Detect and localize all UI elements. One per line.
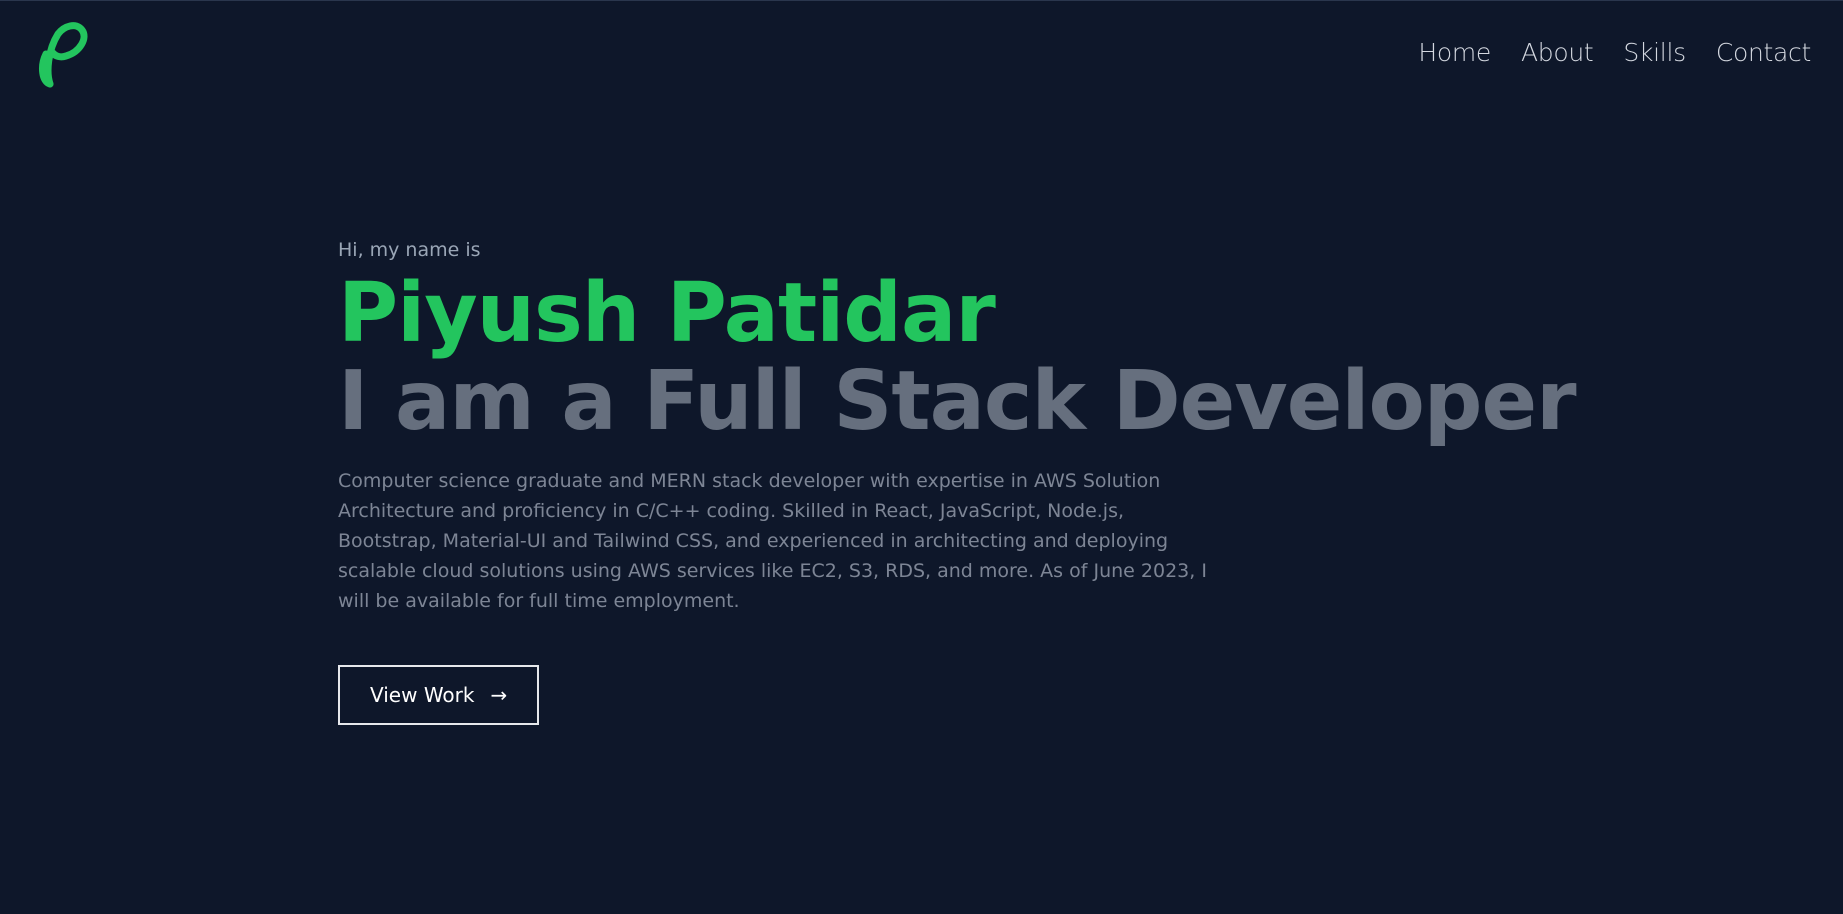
navbar: Home About Skills Contact bbox=[0, 0, 1843, 110]
hero-role: I am a Full Stack Developer bbox=[338, 354, 1577, 449]
hero-greeting: Hi, my name is bbox=[338, 239, 481, 261]
nav-links: Home About Skills Contact bbox=[1418, 36, 1811, 70]
nav-link-contact[interactable]: Contact bbox=[1716, 36, 1811, 70]
script-p-logo-icon bbox=[39, 22, 88, 88]
nav-link-about[interactable]: About bbox=[1521, 36, 1594, 70]
hero-section: Hi, my name is Piyush Patidar I am a Ful… bbox=[338, 236, 1638, 725]
nav-link-skills[interactable]: Skills bbox=[1623, 36, 1686, 70]
view-work-button[interactable]: View Work → bbox=[338, 665, 540, 725]
hero-name: Piyush Patidar bbox=[338, 266, 996, 361]
view-work-label: View Work bbox=[370, 683, 475, 707]
logo-icon[interactable] bbox=[36, 20, 90, 88]
arrow-right-icon: → bbox=[490, 683, 508, 707]
nav-link-home[interactable]: Home bbox=[1418, 36, 1491, 70]
hero-bio: Computer science graduate and MERN stack… bbox=[338, 470, 1207, 612]
